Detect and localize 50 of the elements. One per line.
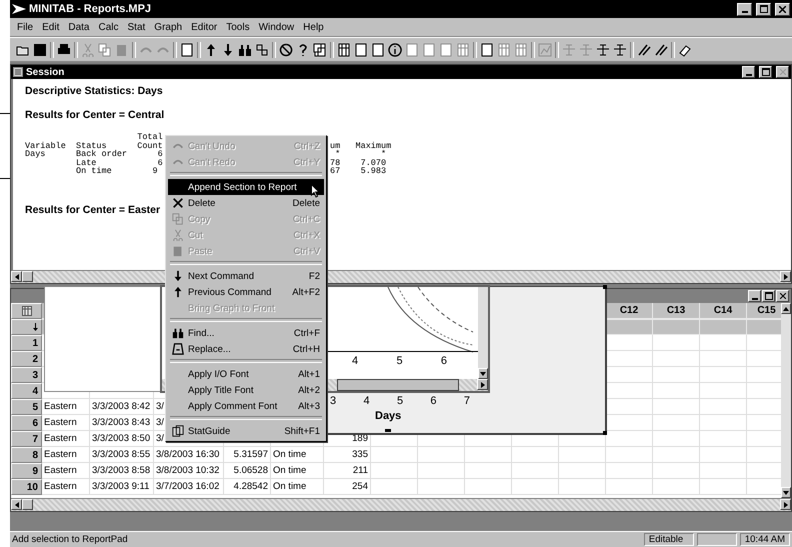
axis-tick-label: 7	[464, 395, 470, 407]
table-cell: 3/8/2003 16:30	[154, 447, 224, 463]
table-cell: 3/3/2003 8:55	[90, 447, 154, 463]
output-line: * *	[334, 150, 386, 158]
table-cell: 3/3/2003 9:11	[90, 479, 154, 495]
session-heading: Descriptive Statistics: Days	[25, 85, 163, 99]
axis-tick-label: 4	[352, 355, 358, 367]
output-line: On time 9	[75, 167, 158, 176]
axis-tick-label: 3	[330, 395, 336, 407]
table-cell: 3/7/2003 16:02	[154, 479, 224, 495]
output-line: 78 7.070	[330, 158, 386, 167]
table-cell: 5.06528	[224, 463, 271, 479]
table-cell: 5.31597	[224, 447, 271, 463]
output-line: Variable Status Count	[25, 142, 163, 150]
table-cell: 3/3/2003 8:43	[90, 415, 154, 431]
status-clock: 10:44 AM	[740, 533, 790, 546]
table-cell: 254	[324, 479, 371, 495]
table-cell: On time	[271, 463, 324, 479]
table-cell: On time	[271, 447, 324, 463]
status-pane: Editable	[644, 533, 694, 546]
window-title: MINITAB - Reports.MPJ	[29, 3, 152, 15]
session-title: Session	[26, 66, 64, 78]
axis-tick-label: 6	[440, 355, 447, 367]
table-cell: Eastern	[42, 415, 90, 431]
output-line: Days Back order 6	[25, 150, 163, 158]
section-heading: Results for Center = Central	[25, 109, 164, 123]
table-cell: Eastern	[42, 399, 90, 415]
table-cell: 3/3/2003 8:58	[90, 463, 154, 479]
output-line: Total	[136, 133, 163, 142]
table-cell: 335	[324, 447, 371, 463]
axis-tick-label: 5	[396, 395, 404, 407]
table-cell: Eastern	[42, 447, 90, 463]
axis-label: Days	[375, 410, 402, 422]
table-cell: 3/3/2003 8:42	[90, 399, 154, 415]
table-cell: 211	[324, 463, 371, 479]
table-cell: 3/8/2003 10:32	[154, 463, 224, 479]
table-cell: On time	[271, 479, 324, 495]
section-heading: Results for Center = Easter	[25, 204, 160, 218]
table-cell: 4.28542	[224, 479, 271, 495]
output-line: Late 6	[75, 158, 163, 167]
axis-tick-label: 4	[363, 395, 370, 407]
table-cell: Eastern	[42, 463, 90, 479]
table-cell: Eastern	[42, 479, 90, 495]
status-message: Add selection to ReportPad	[12, 534, 129, 545]
axis-tick-label: 5	[396, 355, 403, 367]
table-cell: Eastern	[42, 431, 90, 447]
output-line: 67 5.983	[330, 167, 386, 176]
output-line: um Maximum	[330, 142, 392, 150]
axis-tick-label: 6	[430, 395, 437, 407]
table-cell: 3/3/2003 8:50	[90, 431, 154, 447]
